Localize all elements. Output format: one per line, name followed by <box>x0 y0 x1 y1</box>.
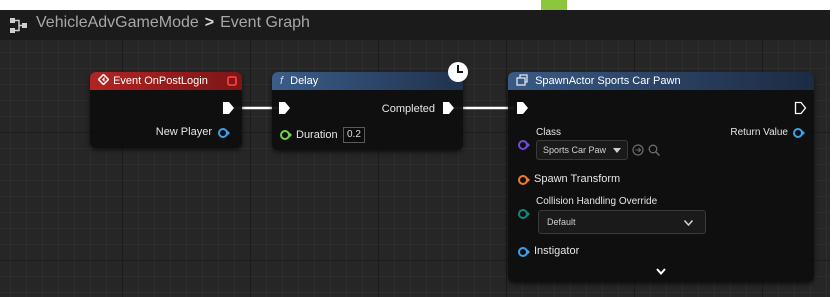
expand-arrow-icon[interactable] <box>656 268 666 275</box>
class-value: Sports Car Paw <box>543 145 607 155</box>
duration-input[interactable]: 0.2 <box>343 127 365 143</box>
class-pin[interactable] <box>518 139 530 151</box>
collision-pin[interactable] <box>518 208 530 220</box>
collision-label: Collision Handling Override <box>536 196 658 207</box>
function-icon: f <box>280 75 284 87</box>
new-player-label: New Player <box>155 126 212 138</box>
class-dropdown[interactable]: Sports Car Paw <box>536 140 628 160</box>
delay-node[interactable]: f Delay Completed Duration 0.2 <box>272 72 463 150</box>
node-header: f Delay <box>272 72 463 90</box>
spawn-actor-node[interactable]: SpawnActor Sports Car Pawn Class Sports … <box>508 72 814 282</box>
event-icon <box>97 72 110 90</box>
return-value-label: Return Value <box>730 127 788 138</box>
exec-input-pin[interactable] <box>516 101 529 115</box>
duration-label: Duration <box>296 129 338 141</box>
new-player-pin[interactable] <box>218 127 230 139</box>
instigator-pin[interactable] <box>518 246 530 258</box>
event-onpostlogin-node[interactable]: Event OnPostLogin New Player <box>90 72 242 148</box>
spawn-actor-icon <box>516 72 532 90</box>
collision-value: Default <box>547 217 576 227</box>
completed-label: Completed <box>381 103 435 115</box>
delegate-pin-icon[interactable] <box>227 76 237 86</box>
chevron-down-icon <box>613 148 621 153</box>
exec-output-pin[interactable] <box>794 101 807 115</box>
node-title: Event OnPostLogin <box>113 75 208 87</box>
duration-pin[interactable] <box>280 129 292 141</box>
class-label: Class <box>536 127 562 138</box>
completed-exec-pin[interactable] <box>442 101 455 115</box>
collision-dropdown[interactable]: Default <box>538 210 706 234</box>
node-title: SpawnActor Sports Car Pawn <box>535 75 681 87</box>
spawn-transform-label: Spawn Transform <box>534 173 621 185</box>
return-value-pin[interactable] <box>793 127 805 139</box>
clock-icon <box>448 62 468 82</box>
chevron-down-icon <box>684 220 693 226</box>
use-selected-icon[interactable] <box>632 144 644 156</box>
node-title: Delay <box>290 75 319 87</box>
exec-input-pin[interactable] <box>278 101 291 115</box>
node-header: SpawnActor Sports Car Pawn <box>508 72 814 90</box>
browse-icon[interactable] <box>648 144 660 156</box>
instigator-label: Instigator <box>534 245 580 257</box>
node-header: Event OnPostLogin <box>90 72 242 90</box>
spawn-transform-pin[interactable] <box>518 174 530 186</box>
exec-output-pin[interactable] <box>222 101 235 115</box>
